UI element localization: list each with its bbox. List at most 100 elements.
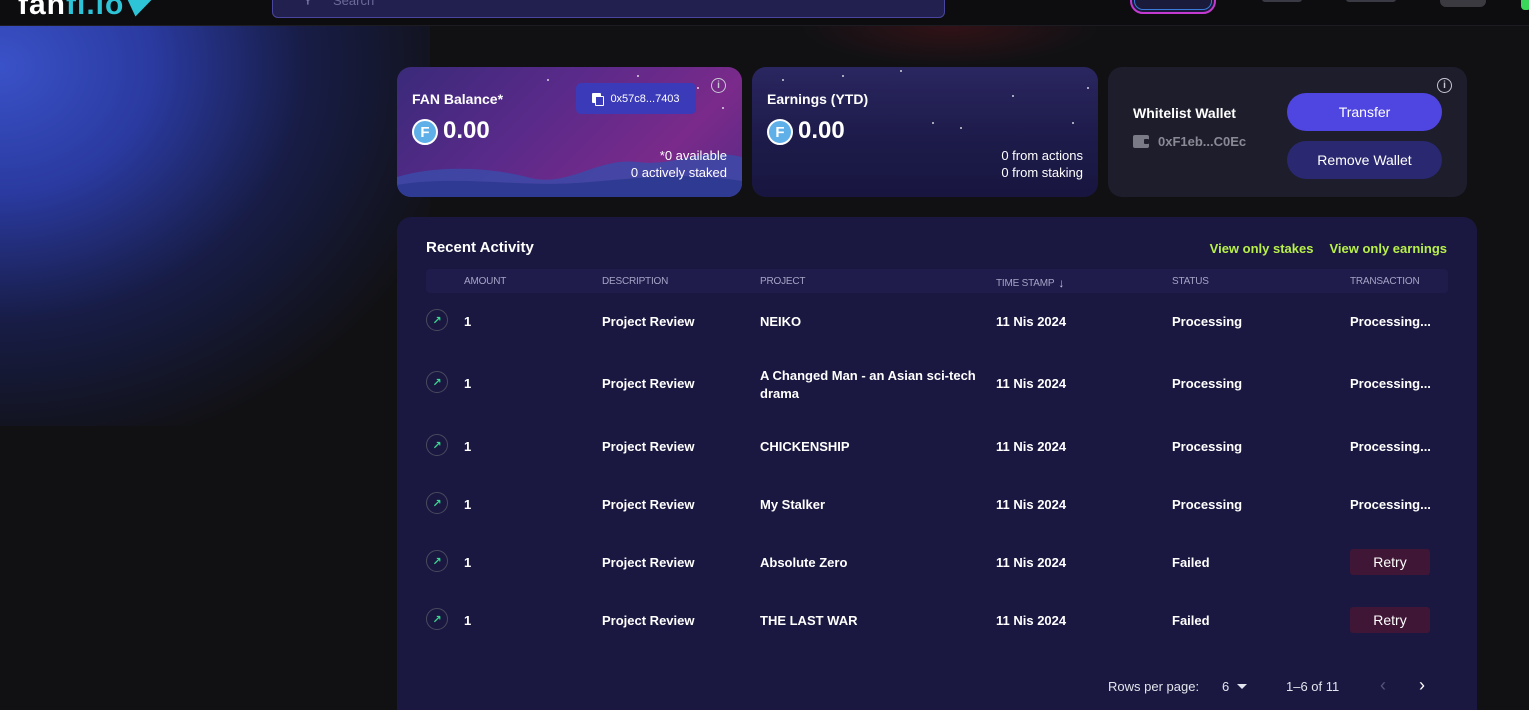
- row-project: Absolute Zero: [760, 555, 848, 570]
- column-amount[interactable]: AMOUNT: [464, 276, 506, 287]
- arrow-up-right-icon: ↗: [426, 434, 448, 456]
- column-transaction[interactable]: TRANSACTION: [1350, 276, 1420, 287]
- staked-amount: 0 actively staked: [630, 165, 727, 180]
- rows-per-page-select[interactable]: 6: [1222, 679, 1248, 694]
- row-transaction: Processing...: [1350, 497, 1431, 512]
- earnings-title: Earnings (YTD): [767, 91, 869, 107]
- chevron-left-icon[interactable]: ‹: [1380, 675, 1386, 696]
- row-timestamp: 11 Nis 2024: [996, 439, 1067, 454]
- background-glow: [0, 26, 430, 426]
- arrow-up-right-icon: ↗: [426, 309, 448, 331]
- view-only-earnings-link[interactable]: View only earnings: [1329, 241, 1447, 256]
- table-row[interactable]: ↗ 1 Project Review THE LAST WAR 11 Nis 2024 F…: [426, 602, 1448, 642]
- earnings-card: Earnings (YTD) F 0.00 0 from actions 0 f…: [752, 67, 1098, 197]
- status-indicator: [1521, 0, 1529, 10]
- star: [842, 75, 844, 77]
- retry-button[interactable]: Retry: [1350, 607, 1430, 633]
- column-description[interactable]: DESCRIPTION: [602, 276, 668, 287]
- remove-wallet-button[interactable]: Remove Wallet: [1287, 141, 1442, 179]
- fan-balance-card: FAN Balance* F 0.00 0x57c8...7403 i *0 a…: [397, 67, 742, 197]
- rows-per-page-label: Rows per page:: [1108, 679, 1200, 694]
- row-description: Project Review: [602, 376, 695, 391]
- column-timestamp[interactable]: TIME STAMP ↓: [996, 276, 1064, 290]
- row-status: Processing: [1172, 439, 1243, 454]
- recent-activity-title: Recent Activity: [426, 239, 534, 256]
- table-row[interactable]: ↗ 1 Project Review CHICKENSHIP 11 Nis 2024 Pr…: [426, 428, 1448, 468]
- row-project: THE LAST WAR: [760, 613, 858, 628]
- row-transaction: Processing...: [1350, 314, 1431, 329]
- row-timestamp: 11 Nis 2024: [996, 555, 1067, 570]
- row-amount: 1: [464, 376, 472, 391]
- row-status: Failed: [1172, 613, 1210, 628]
- star: [722, 107, 724, 109]
- connect-pill-button[interactable]: [1130, 0, 1216, 14]
- nav-link[interactable]: [1262, 0, 1302, 2]
- rows-per-page-value: 6: [1222, 679, 1230, 694]
- logo-accent: fi.io: [66, 0, 125, 21]
- search-input[interactable]: ⚲ Search: [272, 0, 945, 18]
- search-placeholder: Search: [333, 0, 375, 8]
- top-bar: fanfi.io ⚲ Search: [0, 0, 1529, 26]
- info-icon[interactable]: i: [1437, 78, 1452, 93]
- star: [960, 127, 962, 129]
- pagination: Rows per page: 6 1–6 of 11 ‹ ›: [397, 675, 1477, 697]
- row-timestamp: 11 Nis 2024: [996, 376, 1067, 391]
- row-timestamp: 11 Nis 2024: [996, 497, 1067, 512]
- logo-text: fan: [18, 0, 66, 21]
- background-glow-red: [800, 26, 1100, 66]
- star: [1012, 95, 1014, 97]
- row-description: Project Review: [602, 613, 695, 628]
- nav-link[interactable]: [1346, 0, 1396, 2]
- row-project: NEIKO: [760, 314, 802, 329]
- row-status: Failed: [1172, 555, 1210, 570]
- row-description: Project Review: [602, 314, 695, 329]
- copy-icon: [592, 93, 605, 106]
- page-range: 1–6 of 11: [1286, 679, 1340, 694]
- copy-address-button[interactable]: 0x57c8...7403: [576, 83, 696, 114]
- star: [697, 87, 699, 89]
- from-staking: 0 from staking: [1001, 165, 1083, 180]
- chevron-right-icon[interactable]: ›: [1419, 675, 1425, 696]
- caret-down-icon: [1237, 684, 1248, 689]
- row-transaction: Processing...: [1350, 439, 1431, 454]
- whitelist-address: 0xF1eb...C0Ec: [1158, 134, 1247, 149]
- fan-coin-icon: F: [767, 119, 793, 145]
- profile-button[interactable]: [1440, 0, 1486, 7]
- view-only-stakes-link[interactable]: View only stakes: [1210, 241, 1314, 256]
- row-amount: 1: [464, 497, 472, 512]
- arrow-up-right-icon: ↗: [426, 550, 448, 572]
- logo[interactable]: fanfi.io: [18, 0, 124, 22]
- retry-button[interactable]: Retry: [1350, 549, 1430, 575]
- table-row[interactable]: ↗ 1 Project Review My Stalker 11 Nis 2024 Pro…: [426, 486, 1448, 526]
- star: [932, 122, 934, 124]
- row-timestamp: 11 Nis 2024: [996, 314, 1067, 329]
- column-status[interactable]: STATUS: [1172, 276, 1209, 287]
- table-row[interactable]: ↗ 1 Project Review Absolute Zero 11 Nis 2024…: [426, 544, 1448, 584]
- row-description: Project Review: [602, 555, 695, 570]
- arrow-up-right-icon: ↗: [426, 371, 448, 393]
- info-icon[interactable]: i: [711, 78, 726, 93]
- earnings-amount: 0.00: [798, 117, 845, 144]
- table-row[interactable]: ↗ 1 Project Review A Changed Man - an Asian…: [426, 365, 1448, 405]
- whitelist-wallet-title: Whitelist Wallet: [1133, 105, 1236, 121]
- transfer-button[interactable]: Transfer: [1287, 93, 1442, 131]
- fan-balance-title: FAN Balance*: [412, 91, 504, 107]
- sort-down-icon[interactable]: ↓: [1058, 276, 1064, 290]
- row-amount: 1: [464, 439, 472, 454]
- activity-filters: View only stakes View only earnings: [1210, 241, 1447, 256]
- star: [547, 79, 549, 81]
- row-status: Processing: [1172, 376, 1243, 391]
- star: [900, 70, 902, 72]
- wallet-address: 0x57c8...7403: [610, 92, 680, 105]
- table-header: AMOUNT DESCRIPTION PROJECT TIME STAMP ↓ S…: [426, 269, 1448, 293]
- wallet-icon: [1133, 135, 1149, 148]
- column-project[interactable]: PROJECT: [760, 276, 805, 287]
- column-timestamp-label: TIME STAMP: [996, 278, 1055, 289]
- row-project: A Changed Man - an Asian sci-tech drama: [760, 368, 976, 401]
- row-amount: 1: [464, 555, 472, 570]
- table-row[interactable]: ↗ 1 Project Review NEIKO 11 Nis 2024 Processi…: [426, 303, 1448, 343]
- row-amount: 1: [464, 613, 472, 628]
- whitelist-address-row: 0xF1eb...C0Ec: [1133, 134, 1246, 149]
- earnings-details: 0 from actions 0 from staking: [1001, 147, 1083, 181]
- page: fanfi.io ⚲ Search FAN Balance* F 0.00 0x…: [0, 0, 1529, 710]
